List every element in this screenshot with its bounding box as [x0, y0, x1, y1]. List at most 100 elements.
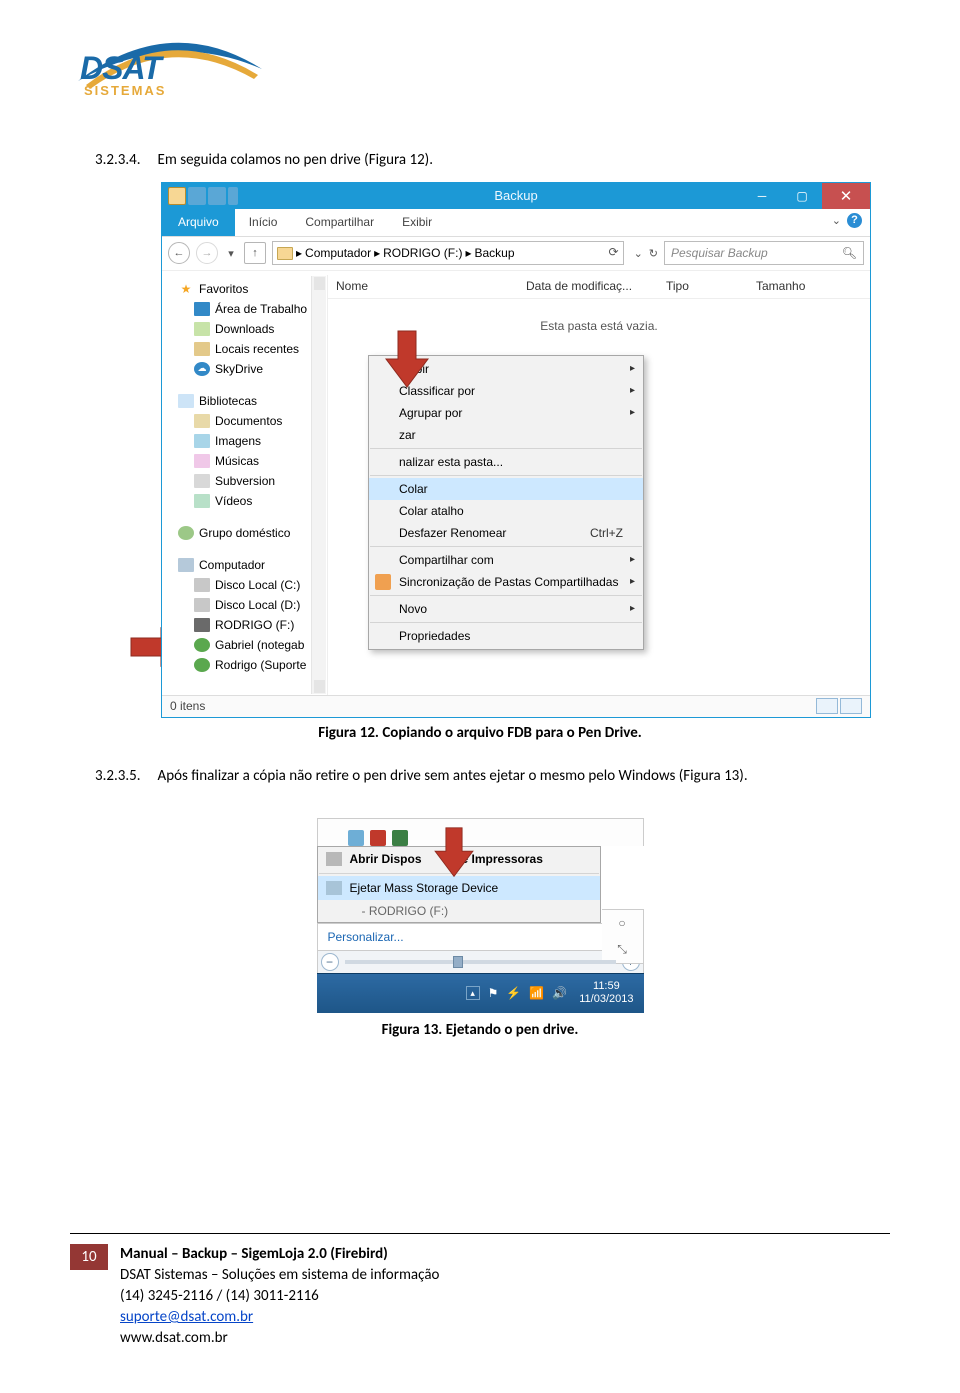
network-icon[interactable]: 📶	[529, 986, 544, 1000]
sec-num: 3.2.3.5.	[95, 767, 141, 785]
cm-colar[interactable]: Colar	[369, 478, 643, 500]
col-type[interactable]: Tipo	[658, 279, 748, 293]
fig13-container: Abrir Dispos e Impressoras Ejetar Mass S…	[317, 818, 644, 1013]
tree-music[interactable]: Músicas	[168, 451, 327, 471]
content-pane[interactable]: Nome Data de modificaç... Tipo Tamanho E…	[328, 275, 870, 695]
tree-homegroup[interactable]: Grupo doméstico	[168, 523, 327, 543]
tree-rodrigo-suporte[interactable]: Rodrigo (Suporte	[168, 655, 327, 675]
view-icons-button[interactable]	[840, 698, 862, 714]
close-button[interactable]: ✕	[822, 183, 870, 209]
cm-colar-atalho[interactable]: Colar atalho	[369, 500, 643, 522]
col-size[interactable]: Tamanho	[748, 279, 813, 293]
footer-phones: (14) 3245-2116 / (14) 3011-2116	[120, 1286, 439, 1307]
f13-side-strip: ○ ⤡	[602, 909, 644, 964]
tree-videos[interactable]: Vídeos	[168, 491, 327, 511]
tree-favorites[interactable]: ★Favoritos	[168, 279, 327, 299]
zoom-slider[interactable]: − +	[317, 951, 644, 973]
breadcrumb-item[interactable]: Backup	[474, 246, 514, 260]
tray-mini-icon	[348, 830, 364, 846]
status-bar: 0 itens	[162, 695, 870, 717]
search-input[interactable]: Pesquisar Backup 🔍︎	[664, 241, 864, 265]
tray-mini-icon	[392, 830, 408, 846]
ribbon-share-tab[interactable]: Compartilhar	[291, 209, 388, 236]
page-footer: 10 Manual – Backup – SigemLoja 2.0 (Fire…	[0, 1233, 960, 1349]
context-menu: Exibir Classificar por Agrupar por zar n…	[368, 355, 644, 650]
folder-icon	[168, 187, 186, 205]
menu-eject-subitem[interactable]: - RODRIGO (F:)	[318, 900, 600, 922]
forward-button[interactable]: →	[196, 242, 218, 264]
back-button[interactable]: ←	[168, 242, 190, 264]
cm-personalizar-pasta[interactable]: nalizar esta pasta...	[369, 451, 643, 473]
cm-sincronizacao[interactable]: Sincronização de Pastas Compartilhadas	[369, 571, 643, 593]
footer-company: DSAT Sistemas – Soluções em sistema de i…	[120, 1265, 439, 1286]
tree-libraries[interactable]: Bibliotecas	[168, 391, 327, 411]
flag-icon[interactable]: ⚑	[488, 986, 499, 1000]
address-bar[interactable]: ▸ Computador ▸ RODRIGO (F:) ▸ Backup ⟳	[272, 241, 624, 265]
breadcrumb-sep: ▸	[465, 246, 471, 260]
col-name[interactable]: Nome	[328, 279, 518, 293]
tree-pictures[interactable]: Imagens	[168, 431, 327, 451]
tree-subversion[interactable]: Subversion	[168, 471, 327, 491]
tray-mini-icon	[370, 830, 386, 846]
taskbar-clock[interactable]: 11:59 11/03/2013	[573, 980, 639, 1005]
tree-rodrigo-f[interactable]: RODRIGO (F:)	[168, 615, 327, 635]
tray-expand-icon[interactable]: ▴	[466, 986, 480, 1000]
tree-recent[interactable]: Locais recentes	[168, 339, 327, 359]
qat-icon[interactable]	[208, 187, 226, 205]
nav-scrollbar[interactable]	[311, 276, 326, 694]
drive-icon	[326, 881, 342, 895]
cm-novo[interactable]: Novo	[369, 598, 643, 620]
addr-dropdown-icon[interactable]: ⌄	[634, 247, 643, 260]
red-arrow-down-icon	[433, 826, 475, 880]
column-headers[interactable]: Nome Data de modificaç... Tipo Tamanho	[328, 275, 870, 299]
volume-icon[interactable]: 🔊	[552, 986, 567, 1000]
tree-skydrive[interactable]: ☁SkyDrive	[168, 359, 327, 379]
history-dropdown-icon[interactable]: ▾	[224, 242, 238, 264]
tree-computer[interactable]: Computador	[168, 555, 327, 575]
ribbon-file-tab[interactable]: Arquivo	[162, 209, 235, 236]
logo-main: DSAT	[80, 50, 161, 87]
menu-personalizar[interactable]: Personalizar...	[317, 923, 644, 951]
refresh-icon[interactable]: ⟳	[609, 245, 619, 259]
cm-desfazer[interactable]: Desfazer RenomearCtrl+Z	[369, 522, 643, 544]
power-icon[interactable]: ⚡	[506, 986, 521, 1000]
expand-ribbon-icon[interactable]: ⌄	[832, 214, 841, 227]
tree-downloads[interactable]: Downloads	[168, 319, 327, 339]
search-icon: 🔍︎	[842, 246, 857, 260]
help-icon[interactable]: ?	[847, 213, 862, 228]
zoom-out-button[interactable]: −	[321, 953, 339, 971]
cm-atualizar[interactable]: zar	[369, 424, 643, 446]
cm-agrupar[interactable]: Agrupar por	[369, 402, 643, 424]
title-bar[interactable]: Backup ─ ▢ ✕	[162, 183, 870, 209]
tree-gabriel[interactable]: Gabriel (notegab	[168, 635, 327, 655]
footer-email-link[interactable]: suporte@dsat.com.br	[120, 1308, 253, 1326]
qat-icon[interactable]	[188, 187, 206, 205]
col-date[interactable]: Data de modificaç...	[518, 279, 658, 293]
addr-refresh-icon[interactable]: ↻	[649, 247, 658, 260]
ribbon: Arquivo Início Compartilhar Exibir ⌄ ?	[162, 209, 870, 237]
logo-sub: SISTEMAS	[84, 83, 166, 98]
cm-compartilhar[interactable]: Compartilhar com	[369, 549, 643, 571]
ribbon-home-tab[interactable]: Início	[235, 209, 292, 236]
ribbon-view-tab[interactable]: Exibir	[388, 209, 446, 236]
slider-thumb[interactable]	[453, 956, 463, 968]
sec-num: 3.2.3.4.	[95, 151, 141, 169]
address-bar-row: ← → ▾ ↑ ▸ Computador ▸ RODRIGO (F:) ▸ Ba…	[162, 237, 870, 271]
sync-icon	[375, 574, 391, 590]
up-button[interactable]: ↑	[244, 242, 266, 264]
tree-documents[interactable]: Documentos	[168, 411, 327, 431]
tree-disk-c[interactable]: Disco Local (C:)	[168, 575, 327, 595]
minimize-button[interactable]: ─	[742, 183, 782, 209]
f13-top-strip	[317, 818, 644, 846]
tree-desktop[interactable]: Área de Trabalho	[168, 299, 327, 319]
maximize-button[interactable]: ▢	[782, 183, 822, 209]
breadcrumb-item[interactable]: RODRIGO (F:)	[383, 246, 462, 260]
view-details-button[interactable]	[816, 698, 838, 714]
tree-disk-d[interactable]: Disco Local (D:)	[168, 595, 327, 615]
qat-dropdown-icon[interactable]	[228, 187, 238, 205]
breadcrumb-item[interactable]: Computador	[305, 246, 371, 260]
slider-track[interactable]	[345, 960, 616, 964]
cm-propriedades[interactable]: Propriedades	[369, 625, 643, 647]
taskbar[interactable]: ▴ ⚑ ⚡ 📶 🔊 11:59 11/03/2013	[317, 973, 644, 1013]
navigation-pane[interactable]: ★Favoritos Área de Trabalho Downloads Lo…	[162, 275, 328, 695]
